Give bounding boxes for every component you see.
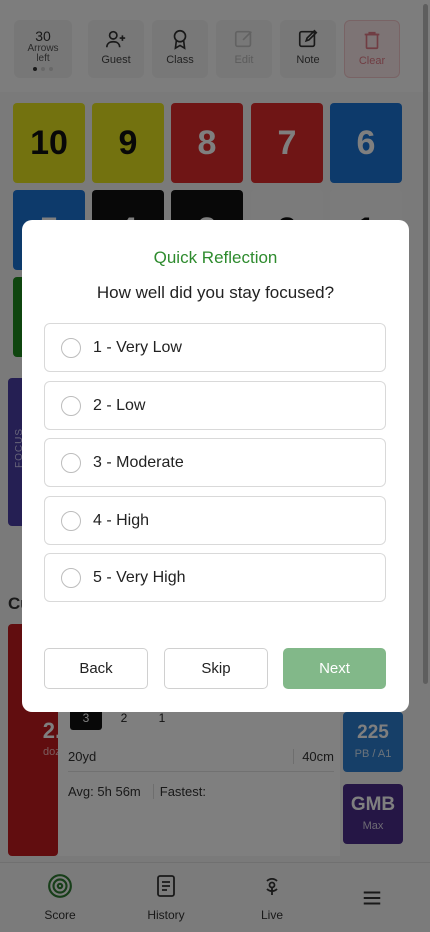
reflection-modal: Quick Reflection How well did you stay f… — [22, 220, 409, 712]
back-button[interactable]: Back — [44, 648, 148, 689]
radio-button[interactable] — [61, 395, 81, 416]
option-label: 4 - High — [93, 511, 150, 529]
option-label: 2 - Low — [93, 396, 146, 414]
option-low[interactable]: 2 - Low — [44, 381, 386, 430]
option-label: 3 - Moderate — [93, 453, 184, 471]
option-label: 1 - Very Low — [93, 338, 182, 356]
option-very-high[interactable]: 5 - Very High — [44, 553, 386, 602]
skip-button[interactable]: Skip — [164, 648, 268, 689]
option-moderate[interactable]: 3 - Moderate — [44, 438, 386, 487]
radio-button[interactable] — [61, 510, 81, 531]
modal-eyebrow: Quick Reflection — [153, 248, 278, 267]
radio-button[interactable] — [61, 452, 81, 473]
radio-button[interactable] — [61, 567, 81, 588]
option-label: 5 - Very High — [93, 568, 186, 586]
option-very-low[interactable]: 1 - Very Low — [44, 323, 386, 372]
option-high[interactable]: 4 - High — [44, 496, 386, 545]
radio-button[interactable] — [61, 337, 81, 358]
modal-question: How well did you stay focused? — [96, 283, 335, 302]
next-button[interactable]: Next — [283, 648, 386, 689]
